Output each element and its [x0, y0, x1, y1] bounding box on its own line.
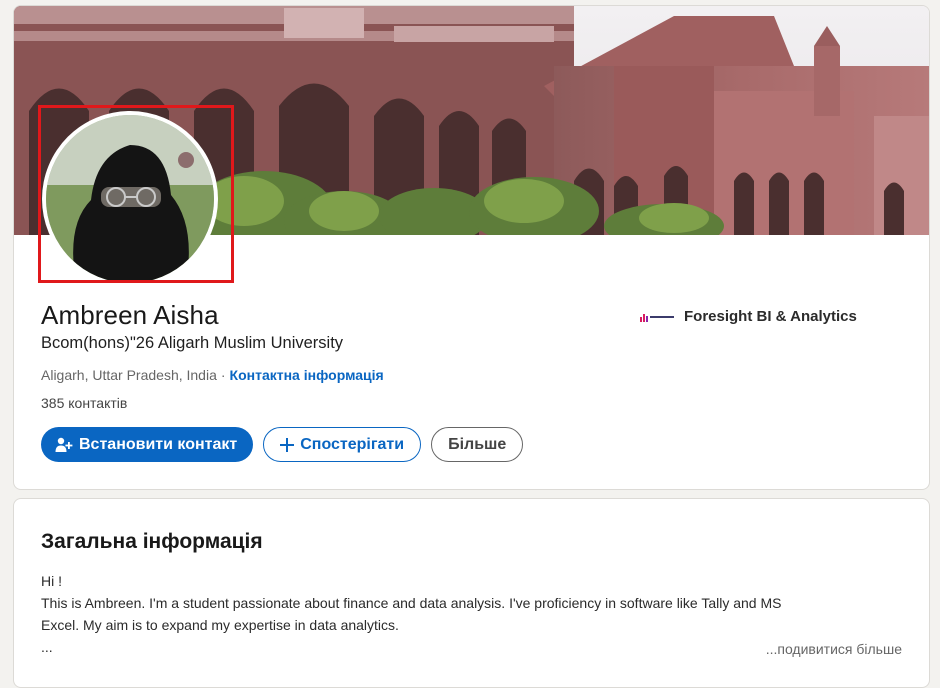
company-logo-icon	[640, 311, 674, 323]
about-section: Загальна інформація Hi ! This is Ambreen…	[13, 498, 930, 688]
profile-avatar[interactable]	[42, 111, 218, 287]
plus-icon	[280, 437, 295, 452]
connections-count[interactable]: 385 контактів	[41, 395, 127, 411]
company-name: Foresight BI & Analytics	[684, 308, 857, 325]
profile-actions: Встановити контакт Спостерігати Більше	[41, 427, 524, 462]
contact-info-link[interactable]: Контактна інформація	[230, 367, 384, 383]
profile-headline: Bcom(hons)"26 Aligarh Muslim University	[41, 334, 344, 352]
more-button[interactable]: Більше	[431, 427, 524, 462]
about-line: Hi !	[41, 573, 62, 589]
about-title: Загальна інформація	[41, 530, 263, 553]
profile-name: Ambreen Aisha	[41, 300, 219, 330]
current-company[interactable]: Foresight BI & Analytics	[640, 308, 857, 325]
connect-button-label: Встановити контакт	[79, 435, 238, 453]
profile-card: Ambreen Aisha Bcom(hons)"26 Aligarh Musl…	[13, 5, 930, 490]
location-line: Aligarh, Uttar Pradesh, India · Контактна …	[41, 367, 384, 383]
see-more-link[interactable]: ...подивитися більше	[766, 641, 902, 657]
follow-button-label: Спостерігати	[300, 435, 405, 453]
separator-dot: ·	[220, 367, 226, 383]
profile-location: Aligarh, Uttar Pradesh, India	[41, 367, 217, 383]
about-line: Excel. My aim is to expand my expertise …	[41, 617, 399, 633]
about-line: This is Ambreen. I'm a student passionat…	[41, 595, 782, 611]
follow-button[interactable]: Спостерігати	[263, 427, 422, 462]
add-person-icon	[55, 437, 73, 453]
connect-button[interactable]: Встановити контакт	[41, 427, 254, 462]
more-button-label: Більше	[448, 435, 507, 453]
